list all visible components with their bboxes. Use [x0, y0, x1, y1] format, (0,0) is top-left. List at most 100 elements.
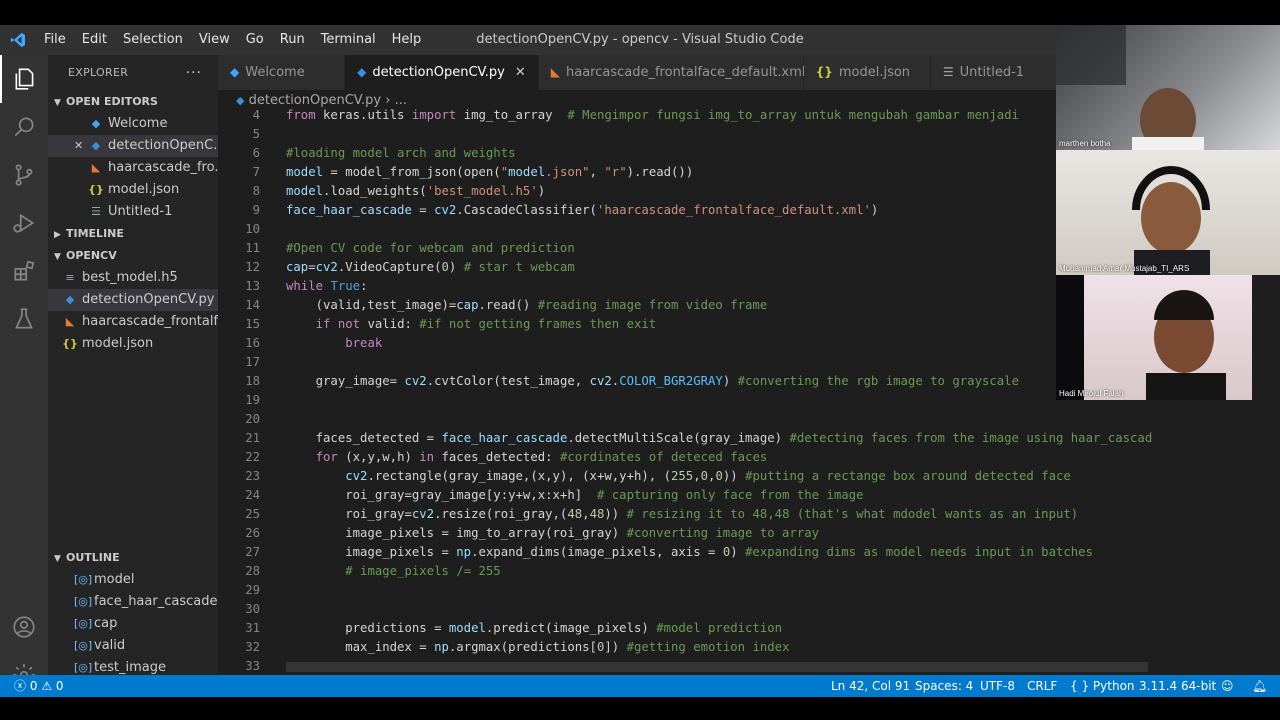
close-tab-icon[interactable]: ✕	[515, 65, 526, 80]
outline-item-model[interactable]: [◎] model	[48, 569, 218, 591]
open-editor-label: Untitled-1	[108, 204, 173, 219]
folder-label: OPENCV	[66, 249, 117, 262]
participant-video-tile: marthen botha	[1056, 25, 1280, 150]
tab-label: model.json	[838, 65, 911, 80]
warning-count: 0	[55, 679, 64, 693]
cursor-position[interactable]: Ln 42, Col 91	[831, 675, 910, 697]
language-mode[interactable]: { } Python	[1070, 675, 1135, 697]
code-text[interactable]: roi_gray=cv2.resize(roi_gray,(48,48)) # …	[286, 505, 1078, 524]
tab-label: Welcome	[245, 65, 305, 80]
menu-edit[interactable]: Edit	[74, 25, 115, 55]
open-editor-model-json[interactable]: {} model.json	[48, 179, 218, 201]
outline-header[interactable]: ▼ OUTLINE	[48, 547, 218, 569]
line-number: 14	[245, 298, 260, 312]
tab-model-json[interactable]: {} model.json	[803, 55, 931, 90]
account-icon[interactable]	[0, 603, 48, 651]
open-editor-detectionopencv[interactable]: ✕ ◆ detectionOpenC...	[48, 135, 218, 157]
open-editor-haarcascade[interactable]: ◣ haarcascade_fro...	[48, 157, 218, 179]
binary-file-icon: ≡	[65, 271, 75, 284]
tab-welcome[interactable]: ◆ Welcome	[218, 55, 346, 90]
file-haarcascade[interactable]: ◣ haarcascade_frontalfa...	[48, 311, 218, 333]
code-text[interactable]: cap=cv2.VideoCapture(0) # star t webcam	[286, 258, 575, 277]
file-detectionopencv[interactable]: ◆ detectionOpenCV.py	[48, 289, 218, 311]
code-text[interactable]: (valid,test_image)=cap.read() #reading i…	[286, 296, 768, 315]
encoding[interactable]: UTF-8	[980, 675, 1015, 697]
variable-symbol-icon: [◎]	[74, 639, 93, 652]
outline-item-valid[interactable]: [◎] valid	[48, 635, 218, 657]
code-text[interactable]: #loading model arch and weights	[286, 144, 516, 163]
outline-panel: ▼ OUTLINE [◎] model [◎] face_haar_cascade […	[48, 547, 218, 675]
more-actions-icon[interactable]: ···	[186, 55, 202, 91]
code-text[interactable]: for (x,y,w,h) in faces_detected: #cordin…	[286, 448, 768, 467]
code-text[interactable]: model.load_weights('best_model.h5')	[286, 182, 545, 201]
code-text[interactable]: max_index = np.argmax(predictions[0]) #g…	[286, 638, 789, 657]
menu-selection[interactable]: Selection	[115, 25, 191, 55]
open-editor-label: haarcascade_fro...	[108, 160, 218, 175]
explorer-files-icon[interactable]	[0, 55, 48, 103]
code-text[interactable]: gray_image= cv2.cvtColor(test_image, cv2…	[286, 372, 1019, 391]
outline-item-test-image[interactable]: [◎] test_image	[48, 657, 218, 675]
open-editor-untitled[interactable]: ☰ Untitled-1	[48, 201, 218, 223]
code-text[interactable]: roi_gray=gray_image[y:y+w,x:x+h] # captu…	[286, 486, 863, 505]
open-editor-label: detectionOpenC...	[108, 138, 218, 153]
code-text[interactable]: while True:	[286, 277, 367, 296]
file-model-json[interactable]: {} model.json	[48, 333, 218, 355]
outline-item-face-haar-cascade[interactable]: [◎] face_haar_cascade	[48, 591, 218, 613]
open-editor-label: Welcome	[108, 116, 168, 131]
tab-haarcascade[interactable]: ◣ haarcascade_frontalface_default.xml	[538, 55, 806, 90]
line-number: 27	[245, 545, 260, 559]
line-number: 4	[252, 108, 260, 122]
menu-terminal[interactable]: Terminal	[313, 25, 384, 55]
code-text[interactable]: model = model_from_json(open("model.json…	[286, 163, 693, 182]
code-text[interactable]: if not valid: #if not getting frames the…	[286, 315, 657, 334]
chevron-down-icon: ▼	[54, 554, 61, 564]
timeline-header[interactable]: ▶ TIMELINE	[48, 223, 218, 245]
problems-status[interactable]: ⓧ 0 ⚠ 0	[14, 675, 64, 697]
tab-detectionopencv[interactable]: ◆ detectionOpenCV.py ✕	[345, 55, 539, 90]
menu-help[interactable]: Help	[384, 25, 430, 55]
folder-header[interactable]: ▼ OPENCV	[48, 245, 218, 267]
horizontal-scrollbar[interactable]	[286, 662, 1148, 672]
code-text[interactable]: break	[286, 334, 382, 353]
line-number: 31	[245, 621, 260, 635]
outline-item-cap[interactable]: [◎] cap	[48, 613, 218, 635]
source-control-icon[interactable]	[0, 151, 48, 199]
open-editors-header[interactable]: ▼ OPEN EDITORS	[48, 91, 218, 113]
open-editor-welcome[interactable]: ◆ Welcome	[48, 113, 218, 135]
testing-flask-icon[interactable]	[0, 295, 48, 343]
editor-tabs: ◆ Welcome ◆ detectionOpenCV.py ✕ ◣ haarcasca…	[218, 55, 1058, 90]
explorer-sidebar: EXPLORER ··· ▼ OPEN EDITORS ◆ Welcome ✕ ◆ de…	[48, 55, 218, 675]
line-number: 33	[245, 659, 260, 673]
code-text[interactable]: cv2.rectangle(gray_image,(x,y), (x+w,y+h…	[286, 467, 1071, 486]
line-number: 18	[245, 374, 260, 388]
tab-untitled[interactable]: ☰ Untitled-1	[930, 55, 1058, 90]
python-interpreter[interactable]: 3.11.4 64-bit	[1139, 675, 1216, 697]
run-debug-icon[interactable]	[0, 199, 48, 247]
close-icon[interactable]: ✕	[74, 135, 88, 157]
code-text[interactable]: faces_detected = face_haar_cascade.detec…	[286, 429, 1153, 448]
notifications-bell-icon[interactable]: 🔔︎	[1252, 675, 1267, 697]
line-number: 15	[245, 317, 260, 331]
participant-video-tile: Hadi Mirojul Falah	[1056, 275, 1252, 400]
code-text[interactable]: # image_pixels /= 255	[286, 562, 500, 581]
search-icon[interactable]	[0, 103, 48, 151]
menu-file[interactable]: File	[36, 25, 74, 55]
code-text[interactable]: image_pixels = np.expand_dims(image_pixe…	[286, 543, 1093, 562]
menu-run[interactable]: Run	[272, 25, 313, 55]
feedback-icon[interactable]: ☺	[1221, 675, 1234, 697]
code-text[interactable]: predictions = model.predict(image_pixels…	[286, 619, 782, 638]
code-text[interactable]: image_pixels = img_to_array(roi_gray) #c…	[286, 524, 819, 543]
code-text[interactable]: #Open CV code for webcam and prediction	[286, 239, 575, 258]
menu-view[interactable]: View	[191, 25, 238, 55]
code-text[interactable]: face_haar_cascade = cv2.CascadeClassifie…	[286, 201, 878, 220]
line-ending[interactable]: CRLF	[1027, 675, 1057, 697]
line-number: 30	[245, 602, 260, 616]
indentation[interactable]: Spaces: 4	[915, 675, 973, 697]
line-number: 13	[245, 279, 260, 293]
extensions-icon[interactable]	[0, 247, 48, 295]
outline-item-label: cap	[94, 616, 118, 631]
file-best-model[interactable]: ≡ best_model.h5	[48, 267, 218, 289]
code-text[interactable]: from keras.utils import img_to_array # M…	[286, 106, 1019, 125]
menu-go[interactable]: Go	[238, 25, 272, 55]
file-label: haarcascade_frontalfa...	[82, 314, 218, 329]
